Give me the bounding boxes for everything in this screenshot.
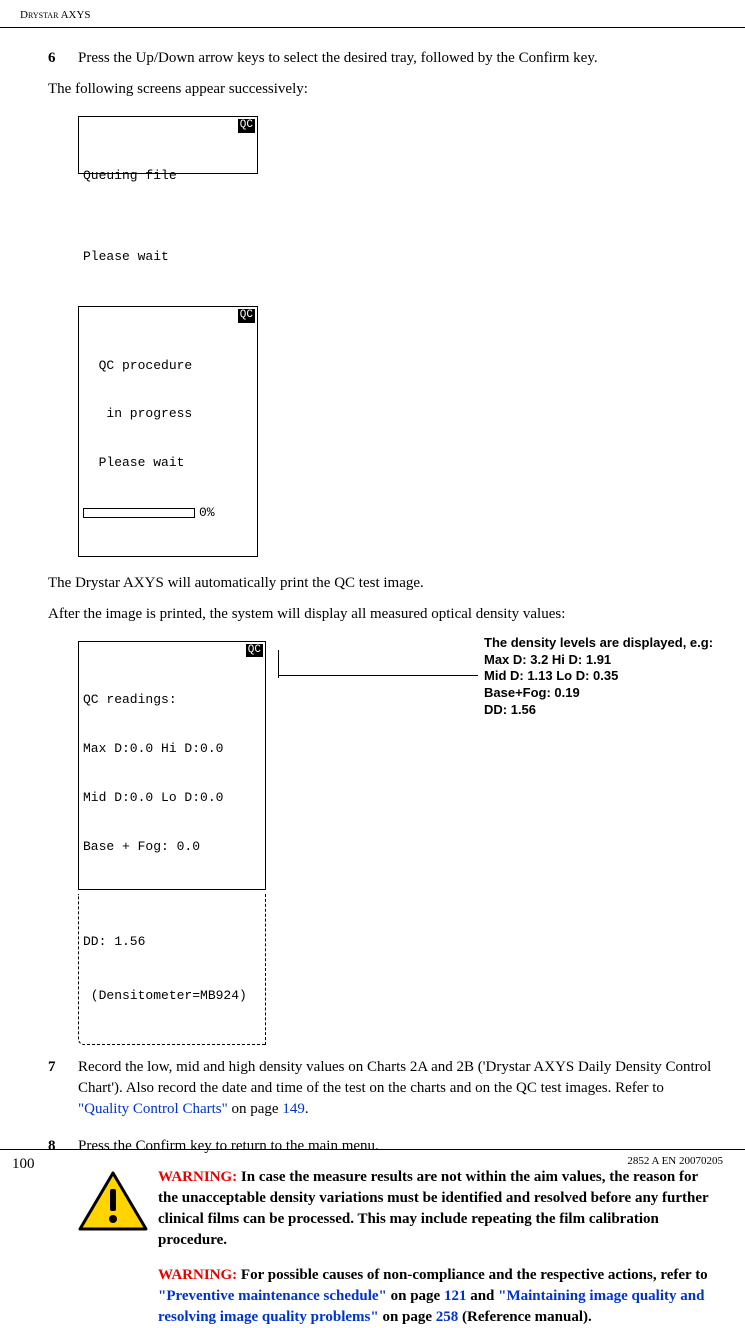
step6-text: Press the Up/Down arrow keys to select t… — [78, 50, 598, 66]
warning1-body: In case the measure results are not with… — [158, 1169, 708, 1248]
density-l4: DD: 1.56 — [484, 702, 713, 719]
density-title: The density levels are displayed, e.g: — [484, 635, 713, 652]
qc-tag: QC — [246, 644, 263, 658]
main-content: 6 Press the Up/Down arrow keys to select… — [0, 28, 745, 1328]
lcd3-line4: Base + Fog: 0.0 — [83, 839, 261, 855]
density-l3: Base+Fog: 0.19 — [484, 685, 713, 702]
warning-2: WARNING: For possible causes of non-comp… — [78, 1265, 717, 1328]
readings-lcd-group: QC QC readings: Max D:0.0 Hi D:0.0 Mid D… — [78, 635, 278, 1045]
density-l1: Max D: 3.2 Hi D: 1.91 — [484, 652, 713, 669]
step-6: 6 Press the Up/Down arrow keys to select… — [48, 48, 717, 69]
dd-line1: DD: 1.56 — [83, 933, 261, 951]
lcd-screen-1: QC Queuing file Please wait — [78, 110, 717, 300]
lcd2-line1: QC procedure — [83, 358, 253, 374]
step6-followup: The following screens appear successivel… — [48, 79, 717, 100]
dd-line2: (Densitometer=MB924) — [83, 987, 261, 1005]
warning-2-text: WARNING: For possible causes of non-comp… — [158, 1265, 717, 1328]
qc-tag: QC — [238, 309, 255, 323]
lcd-screen-2: QC QC procedure in progress Please wait … — [78, 300, 717, 563]
page-header: Drystar AXYS — [0, 0, 745, 28]
readings-section: QC QC readings: Max D:0.0 Hi D:0.0 Mid D… — [78, 635, 717, 1045]
lcd2-line3: Please wait — [83, 455, 253, 471]
lcd3-line2: Max D:0.0 Hi D:0.0 — [83, 741, 261, 757]
step-number: 7 — [48, 1057, 78, 1120]
step-number: 6 — [48, 48, 78, 69]
step-7: 7 Record the low, mid and high density v… — [48, 1057, 717, 1120]
step-body: Record the low, mid and high density val… — [78, 1057, 717, 1120]
after-lcd2-b: After the image is printed, the system w… — [48, 604, 717, 625]
dd-box: DD: 1.56 (Densitometer=MB924) — [78, 894, 266, 1045]
preventive-maintenance-link[interactable]: "Preventive maintenance schedule" — [158, 1288, 387, 1304]
page-number: 100 — [12, 1154, 35, 1175]
warning-1: WARNING: In case the measure results are… — [78, 1167, 717, 1251]
qc-tag: QC — [238, 119, 255, 133]
lcd1-line1: Queuing file — [83, 168, 253, 184]
lcd3-line1: QC readings: — [83, 692, 261, 708]
step-body: Press the Up/Down arrow keys to select t… — [78, 48, 717, 69]
header-title: Drystar AXYS — [20, 9, 91, 21]
density-callout: The density levels are displayed, e.g: M… — [484, 635, 713, 719]
lcd1-line3: Please wait — [83, 249, 253, 265]
progress-label: 0% — [199, 505, 215, 521]
step7-text-c: . — [305, 1101, 309, 1117]
warning-1-text: WARNING: In case the measure results are… — [158, 1167, 717, 1251]
page-121-link[interactable]: 121 — [444, 1288, 467, 1304]
warning-icon — [78, 1167, 158, 1251]
warning-label: WARNING: — [158, 1267, 237, 1283]
page-258-link[interactable]: 258 — [436, 1309, 459, 1325]
lcd3-line3: Mid D:0.0 Lo D:0.0 — [83, 790, 261, 806]
step7-text-a: Record the low, mid and high density val… — [78, 1059, 711, 1096]
density-l2: Mid D: 1.13 Lo D: 0.35 — [484, 668, 713, 685]
w2-c: and — [466, 1288, 498, 1304]
w2-e: (Reference manual). — [458, 1309, 591, 1325]
w2-a: For possible causes of non-compliance an… — [237, 1267, 708, 1283]
warning-icon-spacer — [78, 1265, 158, 1328]
doc-id: 2852 A EN 20070205 — [627, 1154, 723, 1175]
connector-line — [278, 675, 478, 676]
lcd2-line2: in progress — [83, 406, 253, 422]
page-149-link[interactable]: 149 — [282, 1101, 305, 1117]
progress-bar — [83, 508, 195, 518]
progress-row: 0% — [83, 505, 253, 521]
page-footer: 100 2852 A EN 20070205 — [0, 1149, 745, 1175]
quality-control-charts-link[interactable]: "Quality Control Charts" — [78, 1101, 228, 1117]
after-lcd2-a: The Drystar AXYS will automatically prin… — [48, 573, 717, 594]
w2-d: on page — [379, 1309, 436, 1325]
step7-text-b: on page — [228, 1101, 283, 1117]
w2-b: on page — [387, 1288, 444, 1304]
